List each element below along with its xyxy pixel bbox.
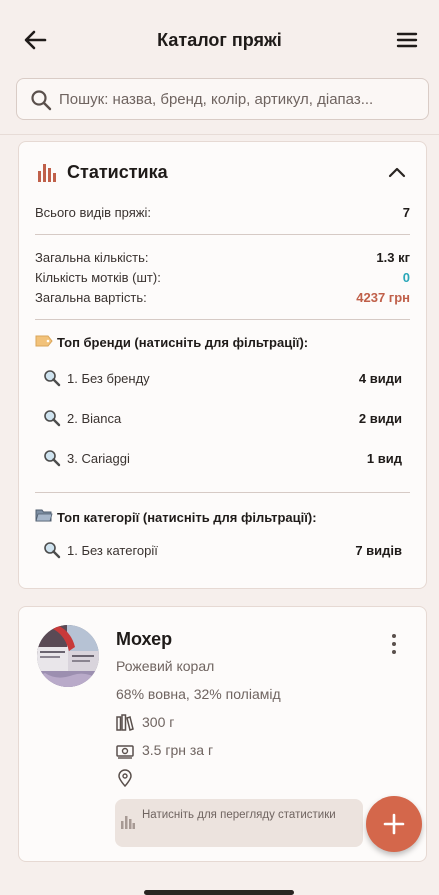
- category-label: 1. Без категорії: [67, 543, 158, 558]
- brand-count: 2 види: [358, 411, 402, 426]
- location-pin-icon: [118, 769, 132, 787]
- section-label: Топ категорії (натисніть для фільтрації)…: [57, 510, 317, 525]
- yarn-color: Рожевий корал: [116, 658, 215, 674]
- search-input[interactable]: [59, 79, 423, 119]
- yarn-composition: 68% вовна, 32% поліамід: [116, 686, 281, 702]
- books-icon: [116, 714, 134, 731]
- yarn-name: Мохер: [116, 629, 173, 649]
- brand-count: 4 види: [358, 371, 402, 386]
- chevron-up-icon: [388, 167, 406, 178]
- stat-total-types: Всього видів пряжі: 7: [35, 205, 410, 220]
- price-value: 3.5 грн за г: [142, 742, 214, 758]
- stats-hint-label: Натисніть для перегляду статистики: [142, 809, 336, 821]
- brand-count: 1 вид: [366, 451, 402, 466]
- kebab-menu-icon: [392, 634, 396, 654]
- yarn-thumbnail: [37, 625, 99, 687]
- divider: [35, 319, 410, 320]
- brand-filter-item[interactable]: 3. Cariaggi 1 вид: [43, 448, 402, 472]
- menu-button[interactable]: [395, 28, 419, 52]
- stat-value: 0: [402, 270, 410, 285]
- divider: [35, 492, 410, 493]
- stat-label: Загальна вартість:: [35, 290, 147, 305]
- top-categories-title: Топ категорії (натисніть для фільтрації)…: [35, 508, 317, 525]
- magnifier-icon: [44, 410, 61, 427]
- brand-filter-item[interactable]: 2. Bianca 2 види: [43, 408, 402, 432]
- category-filter-item[interactable]: 1. Без категорії 7 видів: [43, 540, 402, 564]
- brand-label: 2. Bianca: [67, 411, 122, 426]
- header-divider: [0, 134, 439, 135]
- section-label: Топ бренди (натисніть для фільтрації):: [57, 335, 309, 350]
- magnifier-icon: [44, 450, 61, 467]
- folder-icon: [35, 509, 53, 522]
- brand-filter-item[interactable]: 1. Без бренду 4 види: [43, 368, 402, 392]
- search-bar: [16, 78, 429, 120]
- stat-total-cost: Загальна вартість: 4237 грн: [35, 290, 410, 305]
- plus-icon: [383, 813, 405, 835]
- bar-chart-icon: [121, 816, 135, 829]
- tag-icon: [35, 335, 53, 347]
- top-bar: Каталог пряжі: [0, 0, 439, 80]
- stat-skeins: Кількість мотків (шт): 0: [35, 270, 410, 285]
- page-title: Каталог пряжі: [157, 30, 282, 50]
- stat-value: 7: [402, 205, 410, 220]
- brand-label: 1. Без бренду: [67, 371, 150, 386]
- weight-value: 300 г: [142, 714, 175, 730]
- category-count: 7 видів: [355, 543, 402, 558]
- divider: [35, 234, 410, 235]
- top-brands-title: Топ бренди (натисніть для фільтрації):: [35, 335, 308, 350]
- stat-label: Загальна кількість:: [35, 250, 149, 265]
- more-options-button[interactable]: [386, 633, 402, 655]
- brand-label: 3. Cariaggi: [67, 451, 130, 466]
- stat-label: Всього видів пряжі:: [35, 205, 151, 220]
- search-icon: [31, 90, 52, 111]
- stat-label: Кількість мотків (шт):: [35, 270, 161, 285]
- view-statistics-button[interactable]: Натисніть для перегляду статистики: [115, 799, 363, 847]
- statistics-title: Статистика: [67, 162, 168, 182]
- add-yarn-button[interactable]: [366, 796, 422, 852]
- hamburger-menu-icon: [396, 32, 418, 48]
- home-indicator: [144, 890, 294, 895]
- stat-total-quantity: Загальна кількість: 1.3 кг: [35, 250, 410, 265]
- statistics-card: Статистика Всього видів пряжі: 7 Загальн…: [18, 141, 427, 589]
- stat-value: 1.3 кг: [376, 250, 410, 265]
- magnifier-icon: [44, 370, 61, 387]
- collapse-button[interactable]: [388, 164, 406, 182]
- magnifier-icon: [44, 542, 61, 559]
- stat-value: 4237 грн: [356, 290, 410, 305]
- bar-chart-icon: [38, 164, 56, 182]
- money-icon: [116, 745, 134, 759]
- yarn-photo-icon: [37, 625, 99, 687]
